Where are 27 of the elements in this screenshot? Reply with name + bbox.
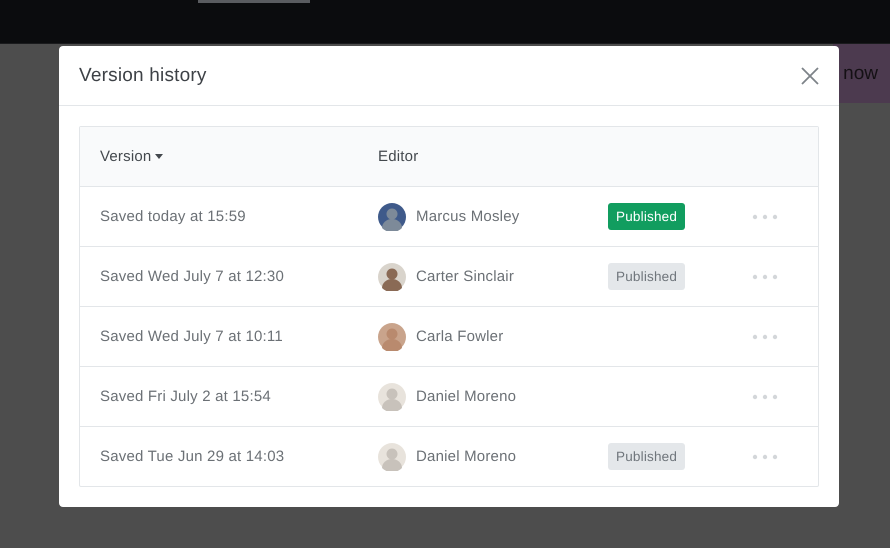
more-icon[interactable] [752,334,778,340]
version-time: Saved Wed July 7 at 10:11 [100,328,284,345]
avatar-icon [378,262,406,290]
published-badge: Published [608,443,686,470]
more-icon[interactable] [752,454,778,460]
more-icon[interactable] [752,394,778,400]
editor-name: Marcus Mosley [416,208,520,225]
more-icon[interactable] [752,214,778,220]
editor-name: Carla Fowler [416,328,504,345]
avatar-icon [378,442,406,470]
editor-name: Daniel Moreno [416,448,516,465]
avatar-icon [378,382,406,410]
close-icon[interactable] [801,66,819,84]
avatar-icon [378,202,406,230]
version-time: Saved today at 15:59 [100,208,247,225]
avatar-icon [378,322,406,350]
published-badge: Published [608,203,686,230]
published-badge: Published [608,263,686,290]
version-time: Saved Tue Jun 29 at 14:03 [100,448,286,465]
more-icon[interactable] [752,274,778,280]
dialog-title: Version history [79,64,207,86]
version-time: Saved Fri July 2 at 15:54 [100,388,272,405]
editor-name: Daniel Moreno [416,388,516,405]
column-header[interactable]: Version [100,148,152,165]
editor-name: Carter Sinclair [416,268,514,285]
column-header[interactable]: Editor [378,148,418,165]
version-time: Saved Wed July 7 at 12:30 [100,268,286,285]
